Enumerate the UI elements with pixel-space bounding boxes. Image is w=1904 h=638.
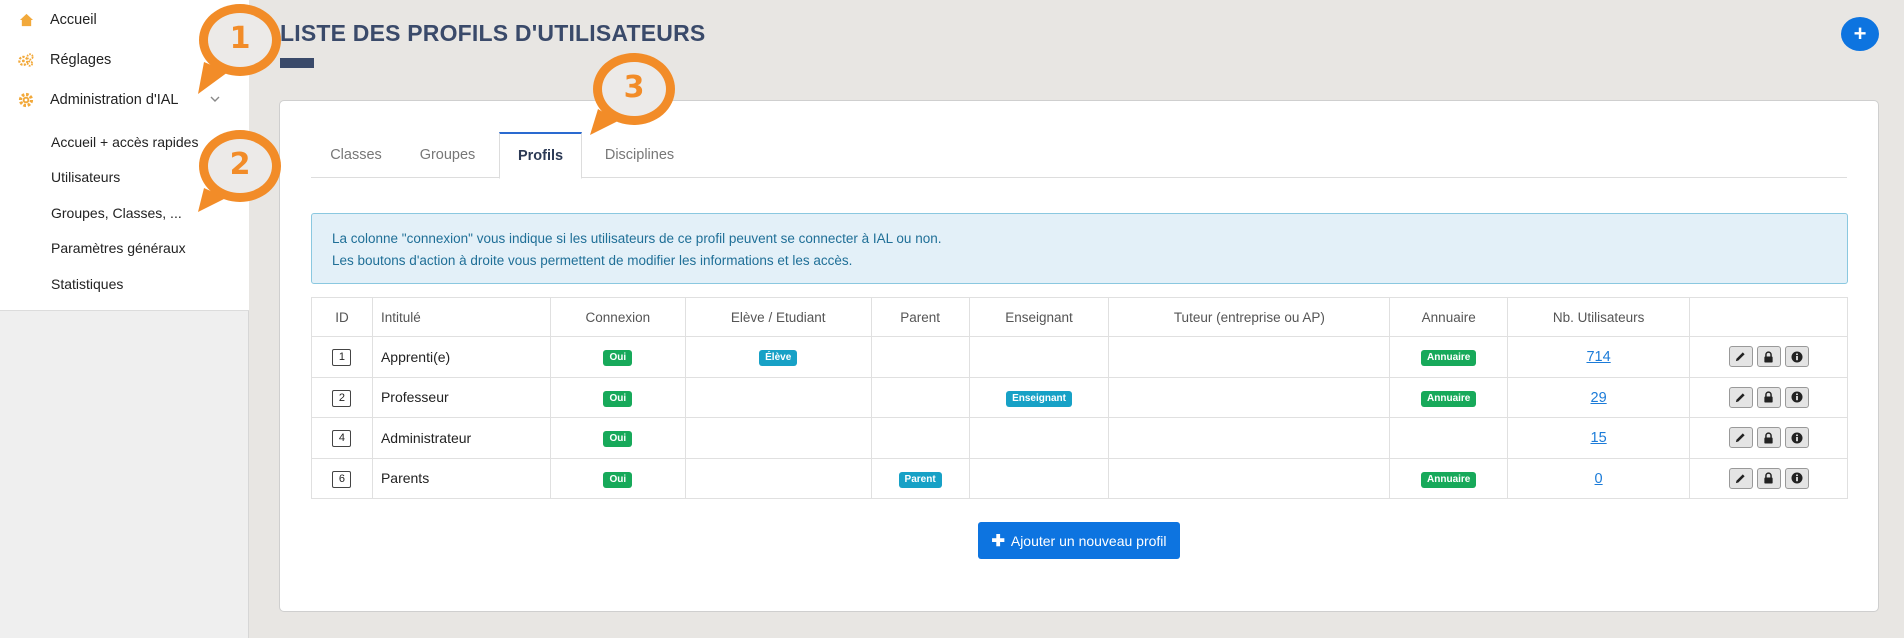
table-row: 1 Apprenti(e) Oui Élève Annuaire 714 xyxy=(311,336,1848,378)
header-parent: Parent xyxy=(870,297,970,337)
parent-badge: Parent xyxy=(898,471,942,488)
gear-icon xyxy=(18,92,34,108)
access-button[interactable] xyxy=(1756,467,1781,489)
header-annuaire: Annuaire xyxy=(1389,297,1509,337)
info-icon xyxy=(1791,351,1803,363)
annuaire-badge: Annuaire xyxy=(1421,350,1477,367)
id-box: 4 xyxy=(332,430,352,448)
info-line-2: Les boutons d'action à droite vous perme… xyxy=(332,253,853,268)
table-row: 2 Professeur Oui Enseignant Annuaire 29 xyxy=(311,376,1848,418)
info-alert: La colonne "connexion" vous indique si l… xyxy=(311,213,1848,284)
callout-number: 2 xyxy=(229,146,251,182)
id-box: 2 xyxy=(332,389,352,407)
user-count-link[interactable]: 714 xyxy=(1586,349,1610,365)
sidebar-subitem-statistiques[interactable]: Statistiques xyxy=(0,266,249,302)
header-connexion: Connexion xyxy=(549,297,686,337)
tab-profils[interactable]: Profils xyxy=(499,132,582,179)
id-box: 6 xyxy=(332,470,352,488)
lock-icon xyxy=(1764,472,1773,484)
tab-classes[interactable]: Classes xyxy=(311,132,401,178)
pencil-icon xyxy=(1735,352,1745,362)
header-nb-utilisateurs: Nb. Utilisateurs xyxy=(1507,297,1691,337)
info-button[interactable] xyxy=(1784,467,1809,489)
header-tuteur: Tuteur (entreprise ou AP) xyxy=(1108,297,1391,337)
annuaire-badge: Annuaire xyxy=(1421,471,1477,488)
profiles-card: Classes Groupes Profils Disciplines La c… xyxy=(279,100,1879,612)
callout-3: 3 xyxy=(590,51,678,151)
plus-icon: ✚ xyxy=(991,532,1005,550)
profile-name: Apprenti(e) xyxy=(371,336,551,378)
info-button[interactable] xyxy=(1784,386,1809,408)
info-icon xyxy=(1791,432,1803,444)
eleve-badge: Élève xyxy=(759,350,798,367)
connexion-badge: Oui xyxy=(603,350,633,367)
info-button[interactable] xyxy=(1784,427,1809,449)
callout-number: 3 xyxy=(623,69,645,105)
pencil-icon xyxy=(1735,393,1745,402)
info-icon xyxy=(1791,391,1803,403)
pencil-icon xyxy=(1735,433,1745,443)
header-enseignant: Enseignant xyxy=(968,297,1110,337)
table-row: 6 Parents Oui Parent Annuaire 0 xyxy=(311,457,1848,499)
access-button[interactable] xyxy=(1756,386,1781,408)
lock-icon xyxy=(1764,351,1773,363)
tabs: Classes Groupes Profils Disciplines xyxy=(311,132,1847,179)
tab-groupes[interactable]: Groupes xyxy=(401,132,494,178)
home-icon xyxy=(18,12,34,28)
add-profile-label: Ajouter un nouveau profil xyxy=(1010,532,1167,549)
callout-2: 2 xyxy=(196,128,284,228)
add-profile-button[interactable]: ✚ Ajouter un nouveau profil xyxy=(978,522,1180,559)
add-floating-button[interactable]: + xyxy=(1841,17,1879,51)
profile-name: Administrateur xyxy=(371,417,551,459)
sidebar-item-label: Accueil xyxy=(50,12,97,28)
info-button[interactable] xyxy=(1784,346,1809,368)
profile-name: Parents xyxy=(371,457,551,499)
header-intitule: Intitulé xyxy=(371,297,551,337)
lock-icon xyxy=(1764,432,1773,444)
user-count-link[interactable]: 29 xyxy=(1591,390,1607,406)
access-button[interactable] xyxy=(1756,346,1781,368)
page-title: LISTE DES PROFILS D'UTILISATEURS xyxy=(280,20,706,46)
sidebar-item-label: Administration d'IAL xyxy=(50,92,179,108)
header-id: ID xyxy=(311,297,373,337)
title-underline xyxy=(280,58,314,68)
connexion-badge: Oui xyxy=(603,431,633,448)
table-row: 4 Administrateur Oui 15 xyxy=(311,417,1848,459)
connexion-badge: Oui xyxy=(603,471,633,488)
callout-number: 1 xyxy=(229,20,251,56)
edit-button[interactable] xyxy=(1728,346,1753,368)
profiles-table: ID Intitulé Connexion Elève / Etudiant P… xyxy=(311,297,1848,499)
table-header-row: ID Intitulé Connexion Elève / Etudiant P… xyxy=(311,297,1848,337)
gears-icon xyxy=(18,52,34,68)
id-box: 1 xyxy=(332,349,352,367)
callout-1: 1 xyxy=(196,2,284,102)
sidebar-item-label: Réglages xyxy=(50,52,112,68)
edit-button[interactable] xyxy=(1728,467,1753,489)
info-icon xyxy=(1791,472,1803,484)
profile-name: Professeur xyxy=(371,376,551,418)
edit-button[interactable] xyxy=(1728,427,1753,449)
pencil-icon xyxy=(1735,474,1745,483)
enseignant-badge: Enseignant xyxy=(1006,390,1072,407)
header-actions xyxy=(1689,297,1848,337)
sidebar-subitem-parametres[interactable]: Paramètres généraux xyxy=(0,231,249,267)
annuaire-badge: Annuaire xyxy=(1421,390,1477,407)
user-count-link[interactable]: 0 xyxy=(1595,471,1603,487)
user-count-link[interactable]: 15 xyxy=(1591,430,1607,446)
edit-button[interactable] xyxy=(1728,386,1753,408)
header-eleve: Elève / Etudiant xyxy=(684,297,872,337)
info-line-1: La colonne "connexion" vous indique si l… xyxy=(332,231,942,246)
access-button[interactable] xyxy=(1756,427,1781,449)
lock-icon xyxy=(1764,391,1773,403)
connexion-badge: Oui xyxy=(603,390,633,407)
